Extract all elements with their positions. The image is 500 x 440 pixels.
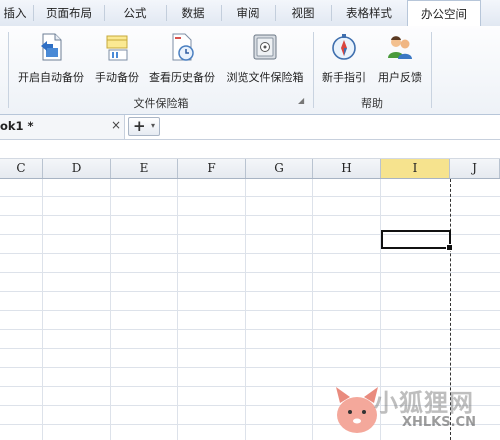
tab-page-layout[interactable]: 页面布局 xyxy=(36,0,102,26)
ribbon-separator xyxy=(313,32,314,108)
grid-line xyxy=(245,179,246,440)
chevron-down-icon[interactable]: ▾ xyxy=(151,121,155,130)
tab-table-style[interactable]: 表格样式 xyxy=(333,0,405,26)
browse-vault-button[interactable]: 浏览文件保险箱 xyxy=(222,30,308,88)
tab-insert[interactable]: 插入 xyxy=(0,0,30,26)
plus-icon: + xyxy=(133,117,146,135)
ribbon-separator xyxy=(8,32,9,108)
grid-line xyxy=(177,179,178,440)
tab-data[interactable]: 数据 xyxy=(168,0,218,26)
tab-separator xyxy=(275,5,276,21)
tab-separator xyxy=(331,5,332,21)
history-backup-label: 查看历史备份 xyxy=(149,71,215,84)
column-header-f[interactable]: F xyxy=(178,159,246,178)
group-label-help: 帮助 xyxy=(361,97,383,110)
active-cell[interactable] xyxy=(381,230,453,251)
grid-line xyxy=(380,179,381,440)
document-tab-bar: ok1 * × + ▾ xyxy=(0,115,500,140)
tab-office-space[interactable]: 办公空间 xyxy=(407,0,481,26)
group-launcher-icon[interactable]: ◢ xyxy=(298,97,306,105)
close-icon[interactable]: × xyxy=(111,118,121,132)
column-header-e[interactable]: E xyxy=(111,159,178,178)
tab-separator xyxy=(33,5,34,21)
fill-handle[interactable] xyxy=(446,244,453,251)
users-icon xyxy=(386,32,414,62)
guide-label: 新手指引 xyxy=(322,71,366,84)
ribbon: 开启自动备份 手动备份 查看历史备份 浏览文件保险箱 文件保险箱 ◢ 新手指引 … xyxy=(0,26,500,115)
safe-icon xyxy=(251,32,279,62)
compass-icon xyxy=(330,32,358,62)
page-break-line xyxy=(450,179,451,440)
manual-backup-icon xyxy=(103,32,131,62)
browse-vault-label: 浏览文件保险箱 xyxy=(226,71,304,84)
column-header-d[interactable]: D xyxy=(43,159,111,178)
tab-view[interactable]: 视图 xyxy=(278,0,328,26)
formula-bar-area xyxy=(0,140,500,159)
guide-button[interactable]: 新手指引 xyxy=(318,30,370,88)
feedback-label: 用户反馈 xyxy=(378,71,422,84)
document-tab[interactable]: ok1 * × xyxy=(0,115,125,139)
tab-separator xyxy=(104,5,105,21)
grid-line xyxy=(42,179,43,440)
feedback-button[interactable]: 用户反馈 xyxy=(374,30,426,88)
auto-backup-label: 开启自动备份 xyxy=(18,71,84,84)
tab-separator xyxy=(166,5,167,21)
column-header-i[interactable]: I xyxy=(381,159,450,178)
auto-backup-button[interactable]: 开启自动备份 xyxy=(14,30,88,88)
menu-tab-bar: 插入 页面布局 公式 数据 审阅 视图 表格样式 办公空间 xyxy=(0,0,500,27)
grid-line xyxy=(110,179,111,440)
manual-backup-label: 手动备份 xyxy=(95,71,139,84)
tab-formulas[interactable]: 公式 xyxy=(106,0,164,26)
column-header-h[interactable]: H xyxy=(313,159,381,178)
new-document-button[interactable]: + ▾ xyxy=(128,117,160,136)
manual-backup-button[interactable]: 手动备份 xyxy=(92,30,142,88)
auto-backup-icon xyxy=(37,32,65,62)
ribbon-separator xyxy=(431,32,432,108)
document-tab-name: ok1 * xyxy=(0,119,34,133)
grid-line xyxy=(312,179,313,440)
cell-grid[interactable] xyxy=(0,179,500,440)
group-label-file-vault: 文件保险箱 xyxy=(133,97,189,110)
tab-review[interactable]: 审阅 xyxy=(224,0,272,26)
history-backup-icon xyxy=(168,32,196,62)
column-header-g[interactable]: G xyxy=(246,159,313,178)
tab-separator xyxy=(221,5,222,21)
history-backup-button[interactable]: 查看历史备份 xyxy=(146,30,218,88)
column-header-j[interactable]: J xyxy=(450,159,500,178)
column-header-c[interactable]: C xyxy=(0,159,43,178)
column-header-row: C D E F G H I J xyxy=(0,159,500,179)
